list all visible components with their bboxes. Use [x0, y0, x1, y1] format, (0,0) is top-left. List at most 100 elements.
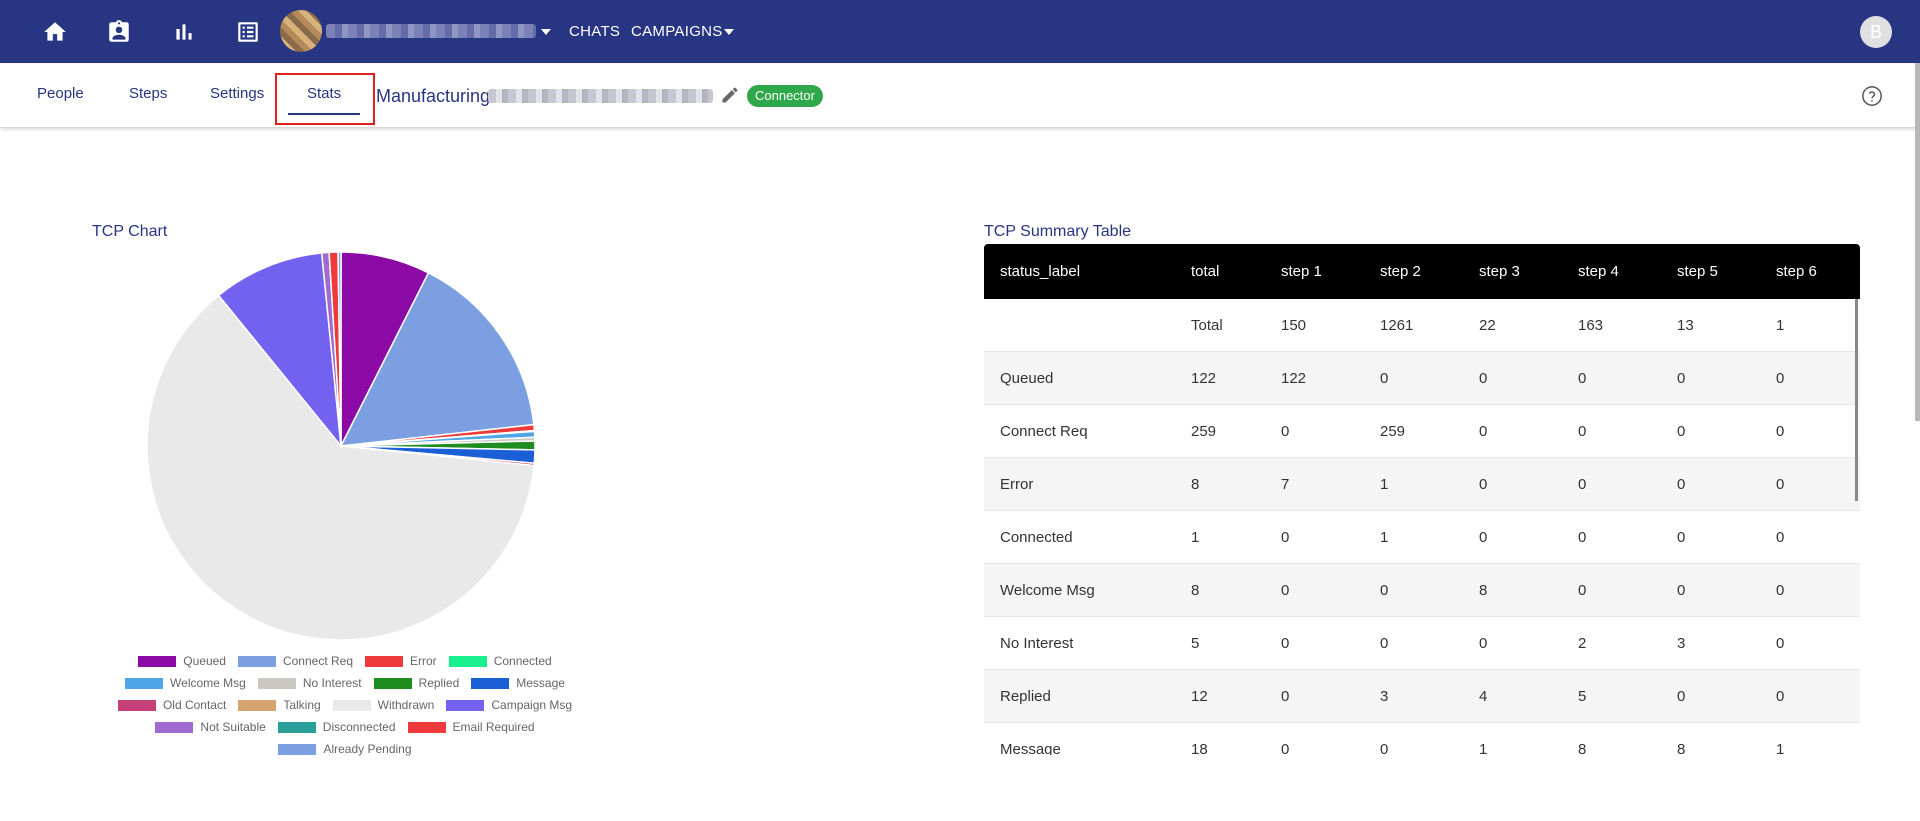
table-cell: 0 [1281, 528, 1290, 546]
account-name-redacted[interactable] [326, 24, 536, 38]
table-cell: Total [1191, 316, 1223, 334]
list-icon[interactable] [235, 19, 261, 45]
legend-item[interactable]: Campaign Msg [446, 698, 572, 712]
legend-label: Error [410, 654, 437, 668]
legend-swatch [238, 699, 277, 711]
legend-row: Already Pending [105, 738, 585, 760]
tab-steps[interactable]: Steps [129, 85, 167, 102]
legend-swatch [237, 655, 276, 667]
legend-swatch [407, 721, 446, 733]
table-row: Error 8 7 1 0 0 0 0 [984, 458, 1860, 511]
legend-row: Queued Connect Req Error Connected [105, 650, 585, 672]
tab-settings[interactable]: Settings [210, 85, 264, 102]
active-tab-indicator [288, 113, 360, 115]
legend-label: No Interest [302, 676, 362, 690]
legend-item[interactable]: Connected [448, 654, 552, 668]
page-scrollbar[interactable] [1915, 63, 1920, 421]
column-header: step 2 [1380, 263, 1421, 280]
table-cell: 5 [1578, 687, 1587, 705]
table-cell: 163 [1578, 316, 1604, 334]
table-cell: 0 [1677, 687, 1686, 705]
legend-label: Email Required [452, 720, 535, 734]
help-icon[interactable] [1861, 85, 1883, 107]
table-cell: 0 [1479, 634, 1488, 652]
account-dropdown-caret-icon[interactable] [541, 29, 551, 35]
table-cell: 0 [1380, 740, 1389, 756]
legend-item[interactable]: Withdrawn [332, 698, 434, 712]
legend-item[interactable]: Replied [373, 676, 459, 690]
pencil-edit-icon[interactable] [720, 85, 740, 105]
campaigns-dropdown-caret-icon[interactable] [724, 29, 734, 35]
table-cell: 5 [1191, 634, 1200, 652]
legend-label: Queued [183, 654, 226, 668]
top-navigation-bar: CHATS CAMPAIGNS B [0, 0, 1920, 63]
table-cell: 0 [1479, 528, 1488, 546]
user-avatar[interactable]: B [1860, 16, 1892, 48]
legend-row: Welcome Msg No Interest Replied Message [105, 672, 585, 694]
table-row: Replied 12 0 3 4 5 0 0 [984, 670, 1860, 723]
legend-swatch [365, 655, 404, 667]
legend-item[interactable]: No Interest [257, 676, 362, 690]
table-cell: 0 [1677, 581, 1686, 599]
table-cell: 1 [1380, 528, 1389, 546]
contact-card-icon[interactable] [106, 19, 132, 45]
table-cell: 0 [1479, 475, 1488, 493]
table-cell: 0 [1677, 475, 1686, 493]
column-header: status_label [1000, 263, 1081, 280]
table-row: No Interest 5 0 0 0 2 3 0 [984, 617, 1860, 670]
table-cell: 0 [1578, 528, 1587, 546]
legend-item[interactable]: Already Pending [278, 742, 412, 756]
legend-label: Already Pending [323, 742, 412, 756]
table-cell: 18 [1191, 740, 1208, 756]
legend-item[interactable]: Error [365, 654, 437, 668]
table-cell: 0 [1776, 528, 1785, 546]
table-header-row: status_label total step 1 step 2 step 3 … [984, 244, 1860, 299]
table-cell: 259 [1380, 422, 1406, 440]
home-icon[interactable] [42, 19, 68, 45]
table-cell: 0 [1776, 369, 1785, 387]
account-avatar[interactable] [280, 10, 322, 52]
table-cell: 12 [1191, 687, 1208, 705]
table-cell: 8 [1191, 581, 1200, 599]
table-cell: 0 [1281, 634, 1290, 652]
campaign-name-redacted [488, 89, 713, 103]
legend-swatch [155, 721, 194, 733]
status-badge: Connector [747, 85, 823, 107]
table-cell: 0 [1578, 422, 1587, 440]
table-cell: 0 [1578, 369, 1587, 387]
legend-item[interactable]: Queued [138, 654, 226, 668]
table-cell: 0 [1281, 422, 1290, 440]
table-scrollbar[interactable] [1855, 299, 1858, 501]
campaigns-menu[interactable]: CAMPAIGNS [631, 23, 723, 40]
column-header: step 6 [1776, 263, 1817, 280]
tab-people[interactable]: People [37, 85, 84, 102]
bar-chart-icon[interactable] [171, 19, 197, 45]
legend-swatch [446, 699, 485, 711]
legend-item[interactable]: Talking [238, 698, 321, 712]
table-cell: 0 [1380, 369, 1389, 387]
table-cell: 0 [1281, 581, 1290, 599]
table-cell: 0 [1479, 422, 1488, 440]
legend-item[interactable]: Old Contact [117, 698, 226, 712]
table-cell: 7 [1281, 475, 1290, 493]
legend-item[interactable]: Message [471, 676, 565, 690]
table-cell: 1 [1776, 316, 1785, 334]
table-cell: 0 [1380, 634, 1389, 652]
column-header: step 4 [1578, 263, 1619, 280]
table-cell: 8 [1578, 740, 1587, 756]
chats-link[interactable]: CHATS [569, 23, 620, 40]
legend-item[interactable]: Welcome Msg [125, 676, 246, 690]
table-cell: 0 [1281, 740, 1290, 756]
summary-table: status_label total step 1 step 2 step 3 … [984, 244, 1860, 755]
tab-stats[interactable]: Stats [307, 85, 341, 102]
legend-item[interactable]: Connect Req [237, 654, 353, 668]
legend-item[interactable]: Not Suitable [155, 720, 266, 734]
table-cell: 0 [1578, 581, 1587, 599]
table-cell: 0 [1776, 475, 1785, 493]
legend-item[interactable]: Email Required [407, 720, 535, 734]
table-cell: 1 [1776, 740, 1785, 756]
table-cell: Connect Req [1000, 422, 1088, 440]
legend-swatch [138, 655, 177, 667]
table-cell: Welcome Msg [1000, 581, 1095, 599]
legend-item[interactable]: Disconnected [277, 720, 396, 734]
